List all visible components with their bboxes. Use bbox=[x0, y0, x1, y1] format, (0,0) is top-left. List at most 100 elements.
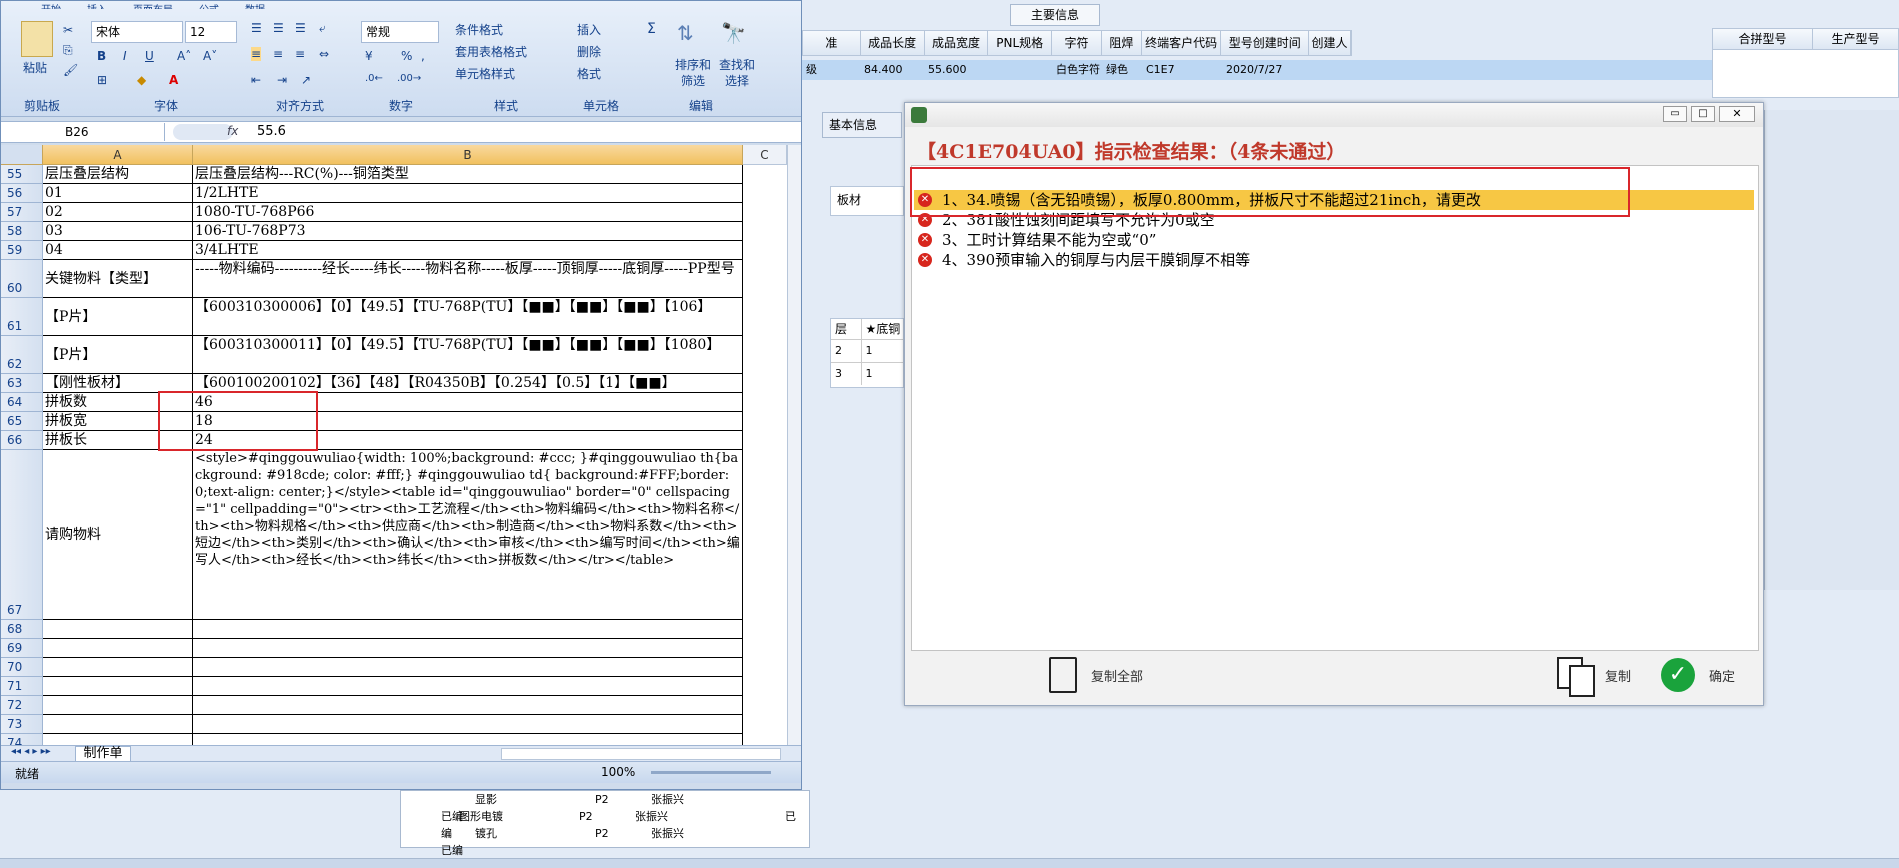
copy-all-button[interactable]: 复制全部 bbox=[1049, 655, 1143, 695]
column-header[interactable]: B bbox=[193, 145, 743, 165]
cell-a[interactable] bbox=[43, 658, 193, 677]
cell-a[interactable]: 【P片】 bbox=[43, 298, 193, 336]
copy-button[interactable]: 复制 bbox=[1555, 655, 1631, 697]
copy-icon[interactable]: ⎘ bbox=[63, 43, 73, 58]
header-cell[interactable]: 阻焊 bbox=[1102, 31, 1142, 55]
wrap-text-icon[interactable]: ⤶ bbox=[319, 21, 326, 36]
close-button[interactable]: ✕ bbox=[1719, 106, 1755, 122]
font-color-icon[interactable]: A bbox=[169, 73, 178, 87]
cell-b[interactable] bbox=[193, 677, 743, 696]
currency-icon[interactable]: ¥ bbox=[365, 49, 373, 63]
align-right-icon[interactable]: ≡ bbox=[295, 47, 305, 61]
cell-b[interactable] bbox=[193, 715, 743, 734]
row-header[interactable]: 57 bbox=[1, 203, 43, 222]
table-format-button[interactable]: 套用表格格式 bbox=[455, 43, 527, 60]
cell-b[interactable] bbox=[193, 639, 743, 658]
sum-icon[interactable]: Σ bbox=[647, 21, 656, 37]
header-cell[interactable]: 合拼型号 bbox=[1713, 29, 1813, 49]
row-header[interactable]: 69 bbox=[1, 639, 43, 658]
header-cell[interactable]: PNL规格 bbox=[988, 31, 1053, 55]
tree-item[interactable]: 镀孔 P2 张振兴已编 bbox=[441, 825, 801, 859]
row-header[interactable]: 72 bbox=[1, 696, 43, 715]
row-header[interactable]: 65 bbox=[1, 412, 43, 431]
row-header[interactable]: 61 bbox=[1, 298, 43, 336]
cell-a[interactable]: 01 bbox=[43, 184, 193, 203]
orientation-icon[interactable]: ↗ bbox=[301, 73, 311, 87]
row-header[interactable]: 59 bbox=[1, 241, 43, 260]
comma-icon[interactable]: , bbox=[421, 49, 425, 63]
header-cell[interactable]: 型号创建时间 bbox=[1221, 31, 1310, 55]
format-button[interactable]: 格式 bbox=[577, 65, 601, 82]
row-header[interactable]: 68 bbox=[1, 620, 43, 639]
cell-a[interactable]: 关键物料【类型】 bbox=[43, 260, 193, 298]
fx-icon[interactable]: fx bbox=[227, 124, 238, 138]
underline-icon[interactable]: U bbox=[145, 49, 154, 63]
sheet-nav-icon[interactable]: ◂◂ ◂ ▸ ▸▸ bbox=[11, 746, 51, 757]
row-header[interactable]: 62 bbox=[1, 336, 43, 374]
column-header[interactable]: C bbox=[743, 145, 787, 165]
font-size-select[interactable]: 12 bbox=[185, 21, 237, 43]
cell-b[interactable]: -----物料编码----------经长-----纬长-----物料名称---… bbox=[193, 260, 743, 298]
conditional-format-button[interactable]: 条件格式 bbox=[455, 21, 503, 38]
cell-b[interactable]: 1/2LHTE bbox=[193, 184, 743, 203]
row-header[interactable]: 67 bbox=[1, 450, 43, 620]
cell-b[interactable] bbox=[193, 620, 743, 639]
row-header[interactable]: 56 bbox=[1, 184, 43, 203]
sort-filter-icon[interactable]: ⇅ bbox=[677, 21, 694, 45]
row-header[interactable]: 55 bbox=[1, 165, 43, 184]
cell-a[interactable] bbox=[43, 620, 193, 639]
cell-b[interactable]: 【600310300006】【0】【49.5】【TU-768P(TU】【■■】【… bbox=[193, 298, 743, 336]
row-header[interactable]: 71 bbox=[1, 677, 43, 696]
cell-b[interactable] bbox=[193, 696, 743, 715]
format-painter-icon[interactable]: 🖌 bbox=[63, 63, 78, 77]
row-header[interactable]: 70 bbox=[1, 658, 43, 677]
minimize-button[interactable]: ▭ bbox=[1663, 106, 1687, 122]
cell-b[interactable] bbox=[193, 658, 743, 677]
header-cell[interactable]: 生产型号 bbox=[1813, 29, 1898, 49]
cell-a[interactable]: 请购物料 bbox=[43, 450, 193, 620]
column-header[interactable]: A bbox=[43, 145, 193, 165]
cell-a[interactable] bbox=[43, 696, 193, 715]
cell-a[interactable] bbox=[43, 677, 193, 696]
error-item[interactable]: ✕ 3、工时计算结果不能为空或“0” bbox=[914, 230, 1754, 250]
header-cell[interactable]: 成品宽度 bbox=[925, 31, 989, 55]
fill-color-icon[interactable]: ◆ bbox=[137, 73, 146, 87]
cell-a[interactable]: 【P片】 bbox=[43, 336, 193, 374]
header-cell[interactable]: 准 bbox=[803, 31, 861, 55]
row-header[interactable]: 63 bbox=[1, 374, 43, 393]
cell-a[interactable]: 04 bbox=[43, 241, 193, 260]
cell-b[interactable]: 106-TU-768P73 bbox=[193, 222, 743, 241]
bg-table-row[interactable]: 级 84.400 55.600 白色字符 绿色 C1E7 2020/7/27 bbox=[802, 60, 1712, 80]
cell-b[interactable]: 层压叠层结构---RC(%)---铜箔类型 bbox=[193, 165, 743, 184]
find-select-icon[interactable]: 🔭 bbox=[721, 21, 746, 45]
tab-data[interactable]: 数据 bbox=[245, 1, 265, 9]
font-name-select[interactable]: 宋体 bbox=[91, 21, 183, 43]
zoom-level[interactable]: 100% bbox=[601, 765, 635, 779]
delete-button[interactable]: 删除 bbox=[577, 43, 601, 60]
row-header[interactable]: 58 bbox=[1, 222, 43, 241]
merge-icon[interactable]: ⇔ bbox=[319, 47, 329, 61]
percent-icon[interactable]: % bbox=[401, 49, 412, 63]
header-cell[interactable]: 字符 bbox=[1052, 31, 1102, 55]
insert-button[interactable]: 插入 bbox=[577, 21, 601, 38]
border-icon[interactable]: ⊞ bbox=[97, 73, 107, 87]
cell-a[interactable]: 层压叠层结构 bbox=[43, 165, 193, 184]
tab-formula[interactable]: 公式 bbox=[199, 1, 219, 9]
cell-a[interactable]: 02 bbox=[43, 203, 193, 222]
tab-home[interactable]: 开始 bbox=[41, 1, 61, 9]
grow-font-icon[interactable]: A˄ bbox=[177, 49, 191, 63]
select-all-corner[interactable] bbox=[1, 145, 43, 165]
cell-b[interactable]: 1080-TU-768P66 bbox=[193, 203, 743, 222]
cell-a[interactable] bbox=[43, 639, 193, 658]
horizontal-scrollbar[interactable] bbox=[501, 748, 781, 760]
align-bottom-icon[interactable]: ☰ bbox=[295, 21, 306, 35]
decrease-indent-icon[interactable]: ⇤ bbox=[251, 73, 261, 87]
row-header[interactable]: 66 bbox=[1, 431, 43, 450]
maximize-button[interactable]: □ bbox=[1691, 106, 1715, 122]
cell-b[interactable]: 3/4LHTE bbox=[193, 241, 743, 260]
increase-indent-icon[interactable]: ⇥ bbox=[277, 73, 287, 87]
table-row[interactable]: 2 1 bbox=[831, 340, 903, 363]
cell-style-button[interactable]: 单元格样式 bbox=[455, 65, 515, 82]
number-format-select[interactable]: 常规 bbox=[361, 21, 439, 43]
table-row[interactable]: 3 1 bbox=[831, 363, 903, 385]
